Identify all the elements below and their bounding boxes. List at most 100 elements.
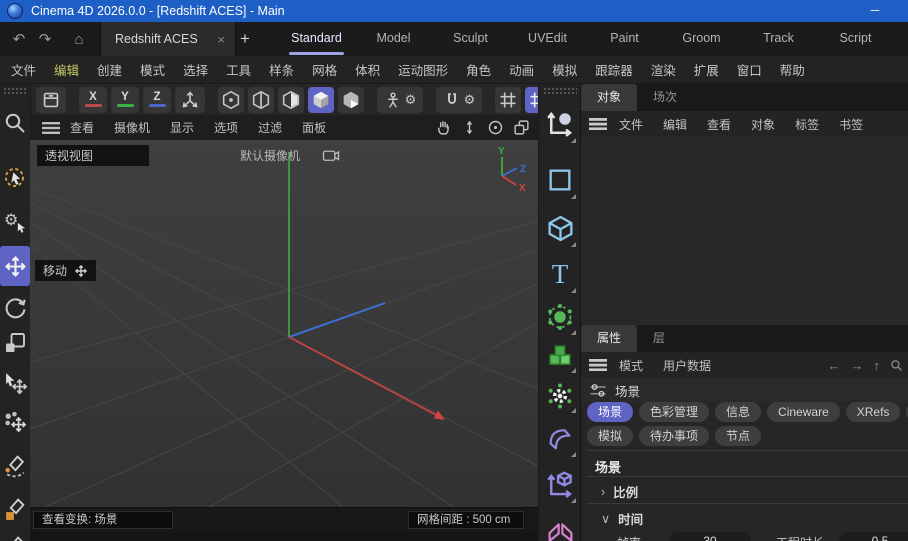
search-icon[interactable] bbox=[890, 359, 903, 372]
model-mode-button[interactable] bbox=[308, 87, 334, 113]
toggle-view-icon[interactable] bbox=[513, 119, 530, 136]
section-scene[interactable]: 场景 bbox=[587, 402, 633, 422]
forward-arrow-icon[interactable]: → bbox=[851, 358, 864, 373]
tab-layers[interactable]: 层 bbox=[637, 325, 681, 352]
undo-icon[interactable]: ↶ bbox=[6, 30, 32, 48]
tool-settings-button[interactable]: ⚙ bbox=[0, 202, 30, 240]
am-menu-userdata[interactable]: 用户数据 bbox=[655, 357, 719, 374]
section-simulation[interactable]: 模拟 bbox=[587, 426, 633, 446]
back-arrow-icon[interactable]: ← bbox=[828, 358, 841, 373]
layout-tab-script[interactable]: Script bbox=[817, 22, 894, 56]
coordinate-system-button[interactable] bbox=[175, 87, 205, 113]
text-object-button[interactable]: T bbox=[541, 252, 579, 296]
menu-create[interactable]: 创建 bbox=[88, 60, 131, 79]
pen-tool-button[interactable] bbox=[541, 102, 579, 146]
rotate-tool-button[interactable] bbox=[0, 288, 30, 326]
effector-button[interactable] bbox=[541, 376, 579, 416]
spline-sketch-button[interactable] bbox=[0, 446, 30, 486]
vp-menu-options[interactable]: 选项 bbox=[204, 119, 248, 136]
storage-box-button[interactable] bbox=[36, 87, 66, 113]
y-axis-lock-button[interactable]: Y bbox=[111, 87, 139, 113]
add-tab-button[interactable]: + bbox=[240, 22, 250, 56]
om-menu-bookmarks[interactable]: 书签 bbox=[831, 116, 871, 133]
om-menu-objects[interactable]: 对象 bbox=[743, 116, 783, 133]
document-tab[interactable]: Redshift ACES × bbox=[100, 22, 236, 56]
section-cineware[interactable]: Cineware bbox=[767, 402, 840, 422]
spline-pen-poly-button[interactable] bbox=[0, 528, 30, 541]
om-menu-tags[interactable]: 标签 bbox=[787, 116, 827, 133]
z-axis-lock-button[interactable]: Z bbox=[143, 87, 171, 113]
group-time[interactable]: ∨ 时间 bbox=[601, 509, 643, 528]
spline-pen-rect-button[interactable] bbox=[0, 490, 30, 528]
points-mode-button[interactable] bbox=[218, 87, 244, 113]
object-mode-button[interactable] bbox=[338, 87, 364, 113]
viewport-menu-icon[interactable] bbox=[42, 122, 60, 134]
magnify-tool-button[interactable] bbox=[0, 104, 30, 142]
layout-tab-model[interactable]: Model bbox=[355, 22, 432, 56]
move-tool-button[interactable] bbox=[0, 246, 30, 286]
minimize-button[interactable]: ─ bbox=[860, 0, 890, 22]
tweak-tool-button[interactable] bbox=[0, 364, 30, 402]
tab-takes[interactable]: 场次 bbox=[637, 84, 693, 111]
up-arrow-icon[interactable]: ↑ bbox=[874, 358, 881, 373]
menu-animate[interactable]: 动画 bbox=[500, 60, 543, 79]
symmetry-button[interactable] bbox=[541, 510, 579, 541]
layout-tab-groom[interactable]: Groom bbox=[663, 22, 740, 56]
vp-menu-panel[interactable]: 面板 bbox=[292, 119, 336, 136]
layout-tab-sculpt[interactable]: Sculpt bbox=[432, 22, 509, 56]
menu-render[interactable]: 渲染 bbox=[642, 60, 685, 79]
vp-menu-view[interactable]: 查看 bbox=[60, 119, 104, 136]
section-todo[interactable]: 待办事项 bbox=[639, 426, 709, 446]
om-menu-file[interactable]: 文件 bbox=[611, 116, 651, 133]
menu-character[interactable]: 角色 bbox=[457, 60, 500, 79]
menu-spline[interactable]: 样条 bbox=[260, 60, 303, 79]
section-color-management[interactable]: 色彩管理 bbox=[639, 402, 709, 422]
grid-button[interactable] bbox=[495, 87, 521, 113]
axis-gizmo[interactable]: Y Z X bbox=[484, 145, 530, 193]
object-manager-menu-icon[interactable] bbox=[589, 118, 607, 130]
redo-icon[interactable]: ↷ bbox=[32, 30, 58, 48]
layout-tab-paint[interactable]: Paint bbox=[586, 22, 663, 56]
live-selection-button[interactable] bbox=[0, 158, 30, 196]
menu-file[interactable]: 文件 bbox=[2, 60, 45, 79]
vp-menu-cameras[interactable]: 摄像机 bbox=[104, 119, 160, 136]
om-menu-edit[interactable]: 编辑 bbox=[655, 116, 695, 133]
primitive-cube-button[interactable] bbox=[541, 206, 579, 250]
section-nodes[interactable]: 节点 bbox=[715, 426, 761, 446]
menu-help[interactable]: 帮助 bbox=[771, 60, 814, 79]
viewport-canvas[interactable]: 透视视图 默认摄像机 Y Z X 移动 查看变换: 场景 网格间距 : 500 … bbox=[30, 140, 538, 532]
attribute-object-row[interactable]: 场景 bbox=[581, 378, 908, 402]
orbit-icon[interactable] bbox=[487, 119, 504, 136]
null-axis-button[interactable] bbox=[541, 462, 579, 506]
menu-tools[interactable]: 工具 bbox=[217, 60, 260, 79]
volume-builder-button[interactable] bbox=[541, 336, 579, 376]
object-list[interactable] bbox=[581, 137, 908, 325]
tab-attributes[interactable]: 属性 bbox=[581, 325, 637, 352]
right-palette-grip[interactable] bbox=[543, 87, 577, 96]
home-icon[interactable]: ⌂ bbox=[66, 31, 92, 48]
section-info[interactable]: 信息 bbox=[715, 402, 761, 422]
menu-select[interactable]: 选择 bbox=[174, 60, 217, 79]
pan-hand-icon[interactable] bbox=[435, 119, 452, 136]
close-tab-icon[interactable]: × bbox=[217, 32, 225, 47]
layout-tab-track[interactable]: Track bbox=[740, 22, 817, 56]
vp-menu-filter[interactable]: 过滤 bbox=[248, 119, 292, 136]
snap-settings-button[interactable]: ⚙ bbox=[436, 87, 482, 113]
fps-field-input[interactable]: 30 bbox=[669, 532, 751, 541]
view-label[interactable]: 透视视图 bbox=[37, 145, 149, 166]
menu-window[interactable]: 窗口 bbox=[728, 60, 771, 79]
attribute-menu-icon[interactable] bbox=[589, 359, 607, 371]
project-length-input[interactable]: 0.5 bbox=[839, 532, 908, 541]
edges-mode-button[interactable] bbox=[248, 87, 274, 113]
group-scale[interactable]: › 比例 bbox=[601, 482, 638, 501]
camera-swap-icon[interactable] bbox=[322, 147, 340, 163]
multi-move-tool-button[interactable] bbox=[0, 402, 30, 442]
menu-simulate[interactable]: 模拟 bbox=[543, 60, 586, 79]
scale-tool-button[interactable] bbox=[0, 324, 30, 362]
dolly-icon[interactable] bbox=[461, 119, 478, 136]
layout-tab-standard[interactable]: Standard bbox=[278, 22, 355, 56]
polygons-mode-button[interactable] bbox=[278, 87, 304, 113]
menu-tracker[interactable]: 跟踪器 bbox=[586, 60, 642, 79]
spline-primitive-button[interactable] bbox=[541, 158, 579, 202]
camera-label[interactable]: 默认摄像机 bbox=[240, 147, 300, 164]
